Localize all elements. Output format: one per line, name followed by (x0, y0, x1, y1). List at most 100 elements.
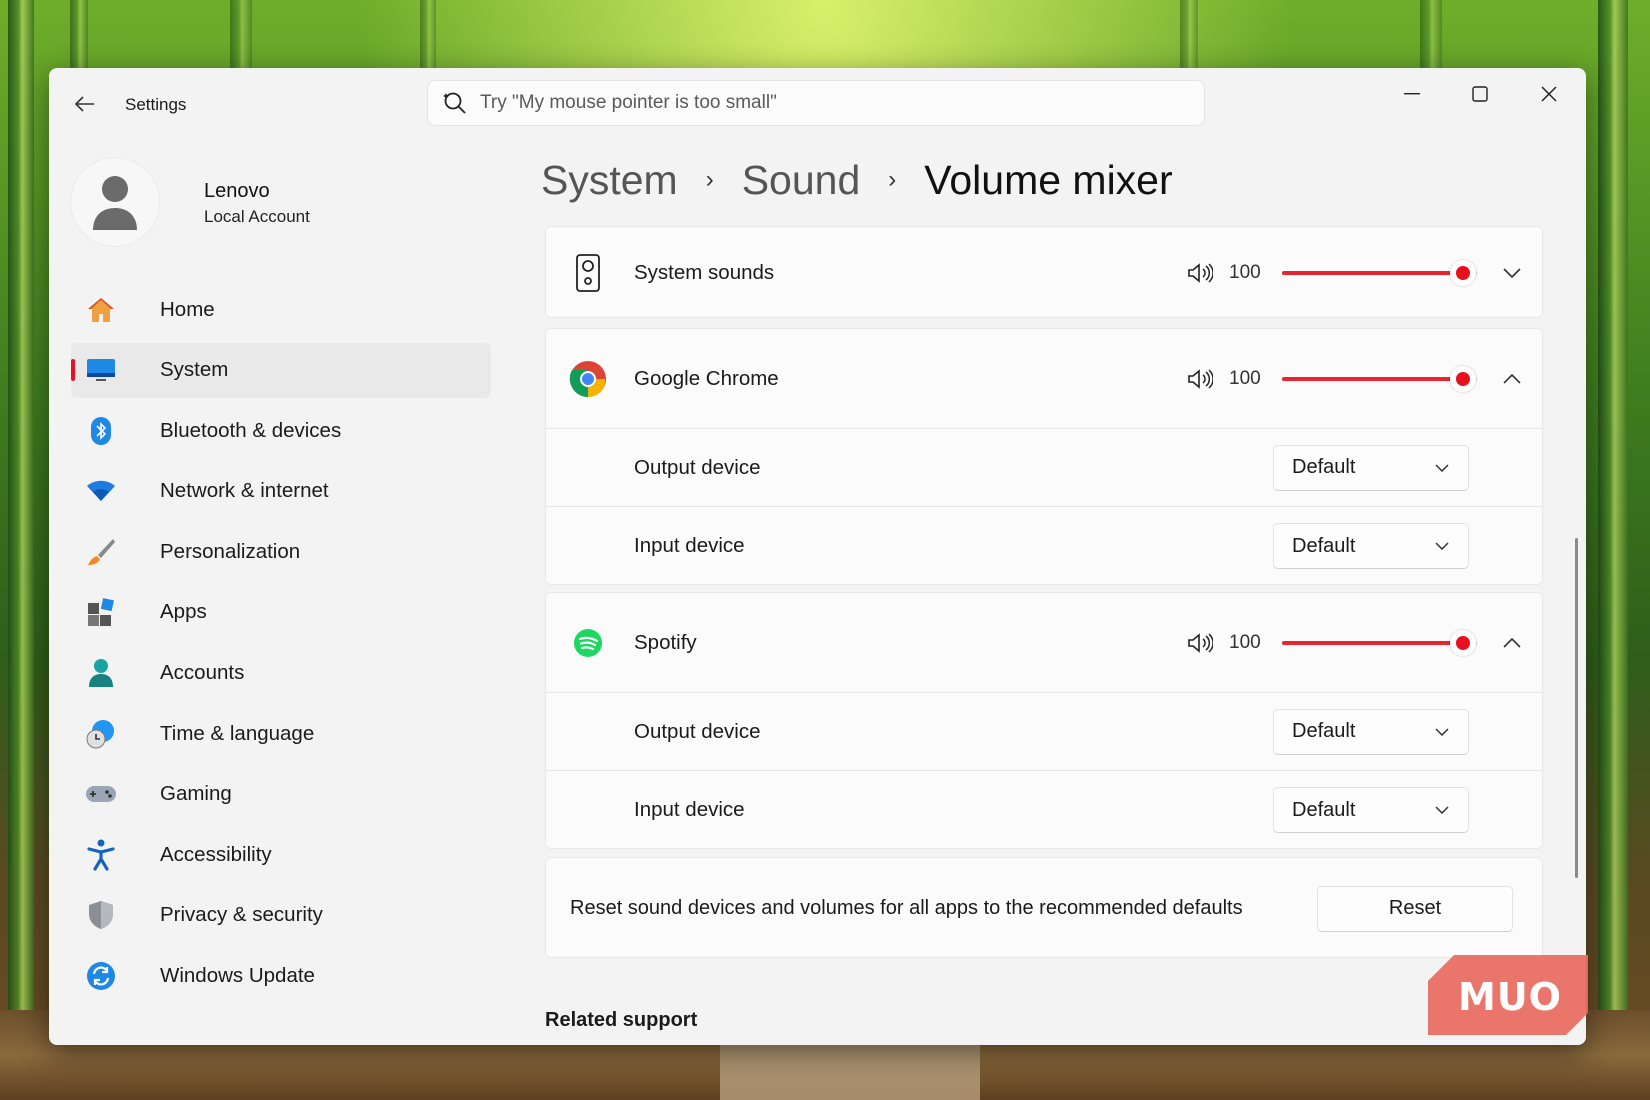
volume-icon[interactable] (1186, 365, 1214, 393)
chrome-label: Google Chrome (634, 366, 779, 390)
home-icon (85, 294, 117, 326)
scrollbar[interactable] (1575, 538, 1578, 878)
reset-description: Reset sound devices and volumes for all … (570, 897, 1243, 919)
sidebar-item-windows-update[interactable]: Windows Update (71, 949, 491, 1004)
sidebar-item-time-language[interactable]: Time & language (71, 706, 491, 761)
title-bar: Settings (49, 68, 1586, 138)
system-sounds-row: System sounds 100 (546, 227, 1542, 319)
bamboo-stalk (8, 0, 34, 1100)
sidebar-item-label: System (160, 358, 229, 382)
volume-icon[interactable] (1186, 629, 1214, 657)
spotify-output-device-dropdown[interactable]: Default (1273, 708, 1469, 755)
dropdown-value: Default (1292, 720, 1356, 742)
profile-card[interactable]: Lenovo Local Account (71, 158, 471, 248)
slider-fill (1282, 376, 1453, 381)
breadcrumb: System › Sound › Volume mixer (541, 150, 1173, 210)
slider-thumb[interactable] (1450, 629, 1476, 656)
chrome-input-device-dropdown[interactable]: Default (1273, 523, 1469, 569)
breadcrumb-system[interactable]: System (541, 157, 678, 204)
avatar (71, 158, 159, 246)
wifi-icon (85, 475, 117, 507)
reset-card: Reset sound devices and volumes for all … (545, 857, 1543, 958)
expand-chevron-down-icon[interactable] (1500, 261, 1524, 285)
sidebar-item-system[interactable]: System (71, 342, 491, 398)
collapse-chevron-up-icon[interactable] (1500, 367, 1524, 391)
sidebar-item-accessibility[interactable]: Accessibility (71, 827, 491, 882)
sidebar-item-label: Gaming (160, 782, 232, 806)
shield-icon (85, 899, 117, 931)
minimize-button[interactable] (1389, 76, 1435, 112)
chrome-output-row: Output device Default (546, 429, 1542, 506)
system-sounds-card: System sounds 100 (545, 226, 1543, 318)
sidebar-item-accounts[interactable]: Accounts (71, 646, 491, 701)
sidebar-item-label: Network & internet (160, 479, 329, 503)
maximize-button[interactable] (1457, 76, 1503, 112)
sidebar-item-label: Privacy & security (160, 903, 323, 927)
spotify-label: Spotify (634, 630, 697, 654)
profile-name: Lenovo (204, 180, 270, 202)
sidebar-item-label: Home (160, 297, 215, 321)
chrome-icon (568, 359, 608, 399)
system-icon (85, 354, 117, 386)
search-box[interactable] (427, 80, 1205, 126)
chevron-down-icon (1432, 458, 1452, 478)
breadcrumb-separator: › (705, 166, 714, 193)
sidebar-item-privacy[interactable]: Privacy & security (71, 888, 491, 943)
sidebar-item-gaming[interactable]: Gaming (71, 767, 491, 822)
dropdown-value: Default (1292, 798, 1356, 821)
sidebar-item-label: Time & language (160, 721, 315, 745)
close-button[interactable] (1526, 76, 1572, 112)
close-icon (1541, 86, 1557, 102)
chevron-down-icon (1432, 800, 1452, 820)
volume-icon[interactable] (1186, 259, 1214, 287)
system-sounds-volume-slider[interactable] (1282, 258, 1477, 288)
slider-fill (1282, 271, 1453, 275)
chrome-volume-slider[interactable] (1282, 364, 1477, 394)
chrome-output-device-dropdown[interactable]: Default (1273, 444, 1469, 491)
spotify-row: Spotify 100 (546, 593, 1542, 692)
apps-icon (85, 596, 117, 628)
back-arrow-icon (75, 96, 94, 112)
bamboo-stalk (1598, 0, 1628, 1100)
reset-button[interactable]: Reset (1317, 885, 1513, 932)
path (720, 1040, 980, 1100)
input-device-label: Input device (634, 798, 745, 821)
chrome-input-row: Input device Default (546, 507, 1542, 585)
watermark-logo: MUO (1428, 955, 1588, 1035)
speaker-device-icon (568, 253, 608, 293)
collapse-chevron-up-icon[interactable] (1500, 631, 1524, 655)
sidebar-item-label: Accessibility (160, 842, 272, 866)
sidebar-item-personalization[interactable]: Personalization (71, 524, 491, 579)
search-input[interactable] (480, 92, 1160, 114)
sidebar-item-network[interactable]: Network & internet (71, 464, 491, 519)
chrome-row: Google Chrome 100 (546, 329, 1542, 428)
minimize-icon (1404, 93, 1420, 95)
related-support-heading: Related support (545, 1009, 698, 1031)
profile-account-type: Local Account (204, 207, 310, 226)
back-button[interactable] (71, 90, 99, 118)
system-sounds-volume-value: 100 (1229, 262, 1261, 283)
spotify-volume-slider[interactable] (1282, 628, 1477, 658)
sidebar-item-apps[interactable]: Apps (71, 585, 491, 640)
slider-thumb[interactable] (1450, 365, 1476, 392)
chevron-down-icon (1432, 536, 1452, 556)
breadcrumb-sound[interactable]: Sound (742, 157, 861, 204)
sidebar-item-label: Personalization (160, 539, 301, 563)
dropdown-value: Default (1292, 534, 1356, 557)
page-title: Volume mixer (924, 156, 1173, 203)
bluetooth-icon (85, 415, 117, 447)
output-device-label: Output device (634, 455, 761, 479)
reset-row: Reset sound devices and volumes for all … (546, 858, 1542, 959)
sidebar-item-label: Bluetooth & devices (160, 418, 342, 442)
update-icon (85, 960, 117, 992)
spotify-card: Spotify 100 Output device Default Input … (545, 592, 1543, 849)
sidebar-item-home[interactable]: Home (71, 282, 491, 337)
slider-thumb[interactable] (1450, 260, 1476, 286)
spotify-input-device-dropdown[interactable]: Default (1273, 787, 1469, 833)
system-sounds-label: System sounds (634, 261, 775, 284)
chevron-down-icon (1432, 722, 1452, 742)
sidebar-item-bluetooth[interactable]: Bluetooth & devices (71, 403, 491, 458)
settings-window: Settings Lenovo Local Account (49, 68, 1586, 1045)
accessibility-icon (85, 839, 117, 871)
sidebar-item-label: Accounts (160, 661, 245, 685)
